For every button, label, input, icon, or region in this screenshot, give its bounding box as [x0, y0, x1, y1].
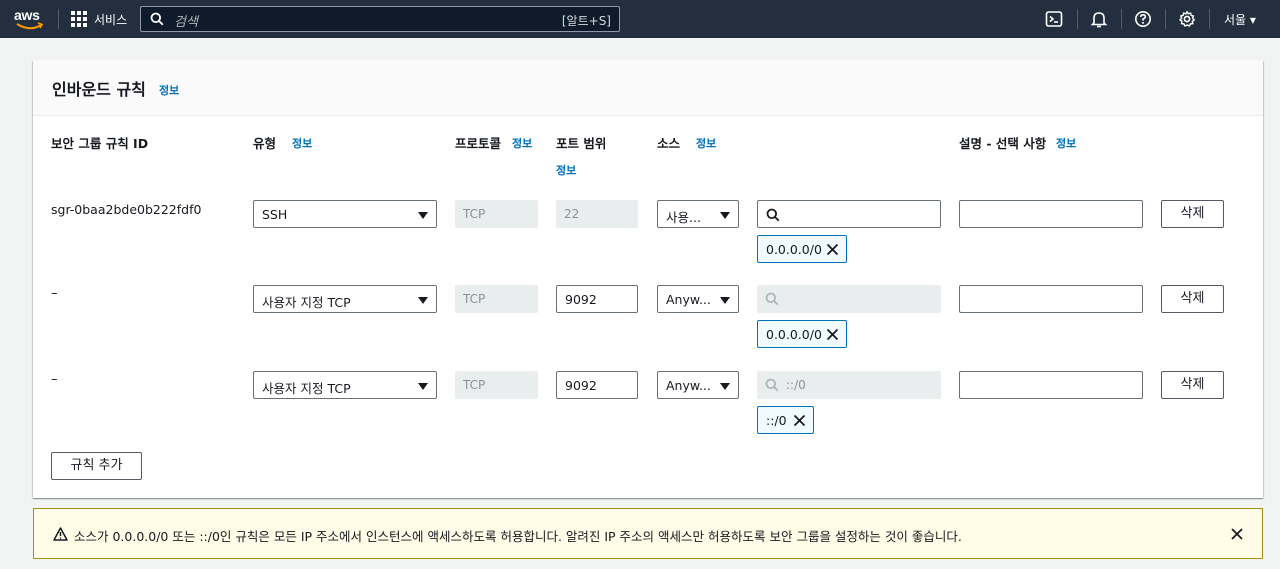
search-icon: [766, 208, 780, 222]
delete-rule-button[interactable]: 삭제: [1161, 285, 1224, 313]
help-icon[interactable]: [1134, 10, 1152, 28]
type-select[interactable]: SSH: [253, 200, 437, 228]
inbound-rules-panel: 인바운드 규칙 정보 보안 그룹 규칙 ID 유형 정보 프로토콜 정보 포트 …: [33, 60, 1263, 498]
caret-down-icon: [418, 297, 428, 304]
cloudshell-icon[interactable]: [1045, 10, 1063, 28]
description-input[interactable]: [959, 285, 1143, 313]
type-select[interactable]: 사용자 지정 TCP: [253, 285, 437, 313]
cidr-token: 0.0.0.0/0: [757, 235, 847, 263]
remove-token-icon[interactable]: [826, 243, 839, 256]
search-icon: [765, 378, 779, 392]
source-type-select[interactable]: Anyw...: [657, 285, 739, 313]
port-range-value: 9092: [565, 292, 597, 307]
column-header-protocol: 프로토콜: [455, 136, 502, 151]
port-range-field: 22: [556, 200, 638, 228]
search-placeholder: 검색: [174, 15, 198, 30]
nav-divider: [1165, 9, 1166, 29]
description-info-link[interactable]: 정보: [1056, 135, 1076, 151]
protocol-field: TCP: [455, 371, 538, 399]
description-input[interactable]: [959, 200, 1143, 228]
description-input[interactable]: [959, 371, 1143, 399]
port-range-value: 22: [564, 207, 580, 221]
nav-divider: [1209, 9, 1210, 29]
cidr-token: ::/0: [757, 406, 814, 434]
caret-down-icon: [720, 297, 730, 304]
column-header-description: 설명 - 선택 사항: [959, 136, 1047, 151]
type-info-link[interactable]: 정보: [292, 135, 312, 151]
protocol-field: TCP: [455, 285, 538, 313]
source-type-value: Anyw...: [666, 292, 711, 307]
search-icon: [150, 12, 164, 26]
aws-logo[interactable]: aws: [14, 7, 44, 33]
services-grid-icon[interactable]: [71, 11, 87, 27]
settings-icon[interactable]: [1178, 10, 1196, 28]
search-icon: [765, 292, 779, 306]
port-range-info-link[interactable]: 정보: [556, 162, 576, 178]
source-type-value: Anyw...: [666, 378, 711, 393]
warning-message: 소스가 0.0.0.0/0 또는 ::/0인 규칙은 모든 IP 주소에서 인스…: [74, 529, 962, 544]
cidr-token-value: 0.0.0.0/0: [766, 327, 822, 342]
column-header-rule-id: 보안 그룹 규칙 ID: [51, 136, 149, 151]
aws-logo-text: aws: [14, 7, 40, 23]
cidr-search-input: [757, 285, 941, 313]
bell-icon[interactable]: [1090, 10, 1108, 28]
nav-divider: [58, 9, 59, 29]
protocol-field: TCP: [455, 200, 538, 228]
close-icon[interactable]: [1230, 527, 1244, 541]
type-select-value: 사용자 지정 TCP: [262, 295, 351, 310]
add-rule-button[interactable]: 규칙 추가: [51, 452, 142, 480]
protocol-value: TCP: [463, 292, 486, 306]
nav-divider: [1121, 9, 1122, 29]
panel-header: 인바운드 규칙 정보: [33, 60, 1263, 116]
warning-icon: [53, 527, 68, 541]
caret-down-icon: [418, 212, 428, 219]
port-range-value: 9092: [565, 378, 597, 393]
delete-rule-button[interactable]: 삭제: [1161, 371, 1224, 399]
cidr-search-placeholder: ::/0: [786, 378, 806, 392]
warning-alert: 소스가 0.0.0.0/0 또는 ::/0인 규칙은 모든 IP 주소에서 인스…: [33, 508, 1263, 559]
protocol-value: TCP: [463, 378, 486, 392]
delete-rule-button[interactable]: 삭제: [1161, 200, 1224, 228]
search-input[interactable]: 검색 [알트+S]: [140, 6, 620, 32]
remove-token-icon[interactable]: [826, 328, 839, 341]
rule-id-text: –: [51, 286, 58, 301]
caret-down-icon: [720, 212, 730, 219]
column-header-source: 소스: [657, 136, 681, 151]
cidr-search-input[interactable]: [757, 200, 941, 228]
search-shortcut: [알트+S]: [561, 14, 611, 28]
cidr-token: 0.0.0.0/0: [757, 320, 847, 348]
caret-down-icon: [418, 383, 428, 390]
nav-divider: [1077, 9, 1078, 29]
panel-info-link[interactable]: 정보: [159, 82, 179, 98]
port-range-input[interactable]: 9092: [556, 285, 638, 313]
protocol-info-link[interactable]: 정보: [512, 135, 532, 151]
cidr-search-input: ::/0: [757, 371, 941, 399]
source-type-select[interactable]: 사용...: [657, 200, 739, 228]
rule-id-text: –: [51, 372, 58, 387]
port-range-input[interactable]: 9092: [556, 371, 638, 399]
column-header-port-range: 포트 범위: [556, 136, 607, 151]
remove-token-icon[interactable]: [793, 414, 806, 427]
caret-down-icon: [720, 383, 730, 390]
region-selector[interactable]: 서울 ▾: [1224, 11, 1256, 28]
cidr-token-value: 0.0.0.0/0: [766, 242, 822, 257]
source-info-link[interactable]: 정보: [696, 135, 716, 151]
services-menu[interactable]: 서비스: [94, 11, 127, 28]
type-select-value: SSH: [262, 207, 288, 222]
protocol-value: TCP: [463, 207, 486, 221]
source-type-select[interactable]: Anyw...: [657, 371, 739, 399]
column-header-type: 유형: [253, 136, 277, 151]
panel-title: 인바운드 규칙: [52, 80, 146, 99]
type-select[interactable]: 사용자 지정 TCP: [253, 371, 437, 399]
rule-id-text: sgr-0baa2bde0b222fdf0: [51, 202, 202, 217]
top-navigation: aws 서비스 검색 [알트+S] 서울 ▾: [0, 0, 1280, 38]
type-select-value: 사용자 지정 TCP: [262, 381, 351, 396]
source-type-value: 사용...: [666, 210, 701, 225]
cidr-token-value: ::/0: [766, 413, 787, 428]
aws-smile-icon: [16, 22, 44, 30]
